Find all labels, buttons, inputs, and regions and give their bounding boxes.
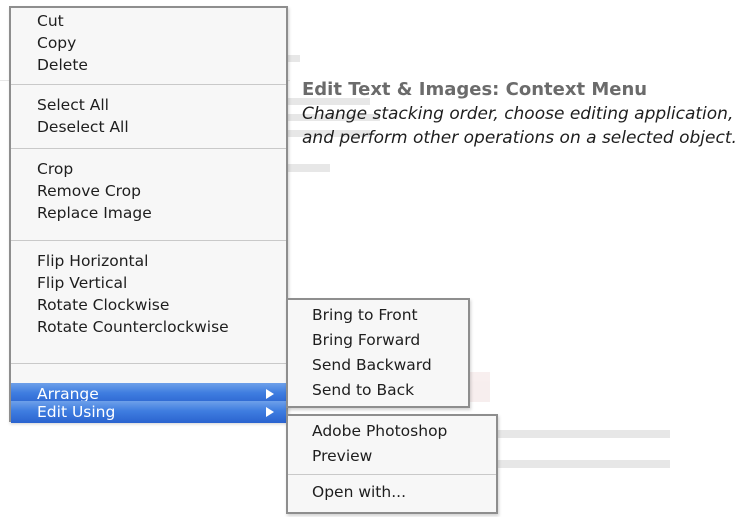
edit-using-submenu: Adobe Photoshop Preview Open with... <box>286 414 498 514</box>
menu-separator <box>11 148 286 149</box>
menu-item[interactable]: Rotate Counterclockwise <box>11 316 286 338</box>
menu-separator <box>288 474 496 475</box>
menu-item[interactable]: Deselect All <box>11 116 286 138</box>
chevron-right-icon <box>266 407 274 417</box>
menu-item-open-with[interactable]: Open with... <box>288 481 496 503</box>
menu-item[interactable]: Flip Vertical <box>11 272 286 294</box>
menu-separator <box>11 240 286 241</box>
context-menu: Cut Copy Delete Select All Deselect All Cro… <box>9 6 288 423</box>
menu-item[interactable]: Send Backward <box>288 354 468 376</box>
caption-description: Change stacking order, choose editing ap… <box>302 104 737 148</box>
menu-separator <box>11 363 286 364</box>
menu-item[interactable]: Bring to Front <box>288 304 468 326</box>
menu-item-label: Edit Using <box>37 403 116 421</box>
menu-item[interactable]: Copy <box>11 32 286 54</box>
chevron-right-icon <box>266 389 274 399</box>
menu-item[interactable]: Preview <box>288 445 496 467</box>
menu-item[interactable]: Adobe Photoshop <box>288 420 496 442</box>
caption-title: Edit Text & Images: Context Menu <box>302 79 648 100</box>
menu-item[interactable]: Replace Image <box>11 202 286 224</box>
menu-item-edit-using[interactable]: Edit Using <box>11 401 286 423</box>
arrange-submenu: Bring to Front Bring Forward Send Backward… <box>286 298 470 408</box>
menu-item[interactable]: Remove Crop <box>11 180 286 202</box>
menu-item[interactable]: Bring Forward <box>288 329 468 351</box>
menu-item[interactable]: Select All <box>11 94 286 116</box>
menu-item[interactable]: Delete <box>11 54 286 76</box>
menu-item[interactable]: Flip Horizontal <box>11 250 286 272</box>
menu-item[interactable]: Rotate Clockwise <box>11 294 286 316</box>
menu-item[interactable]: Crop <box>11 158 286 180</box>
caption: Edit Text & Images: Context Menu Change … <box>302 78 742 150</box>
menu-item[interactable]: Send to Back <box>288 379 468 401</box>
menu-item[interactable]: Cut <box>11 10 286 32</box>
menu-separator <box>11 84 286 85</box>
